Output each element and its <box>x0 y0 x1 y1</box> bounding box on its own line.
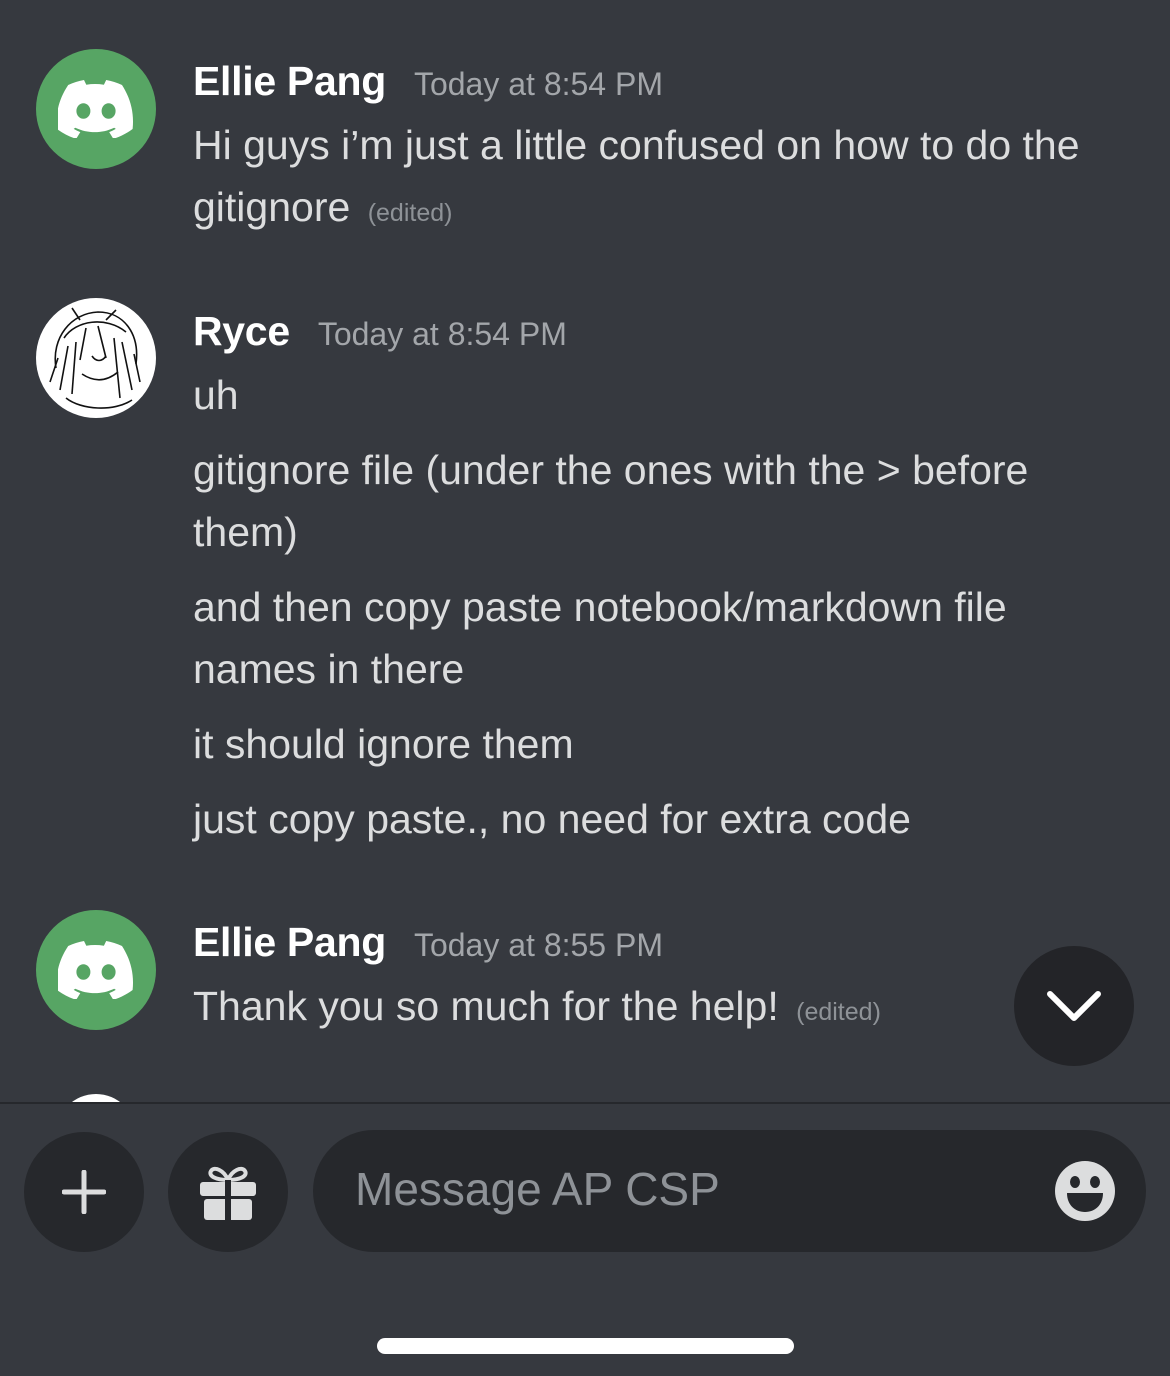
message-group: Ellie Pang Today at 8:54 PM Hi guys i’m … <box>193 58 1130 244</box>
chevron-down-icon <box>1047 991 1101 1021</box>
plus-icon <box>62 1170 106 1214</box>
username[interactable]: Ellie Pang <box>193 58 386 105</box>
avatar[interactable] <box>36 298 156 418</box>
message-header: Ellie Pang Today at 8:55 PM <box>193 919 1130 967</box>
message-body: Thank you so much for the help! <box>193 983 779 1029</box>
message-text[interactable]: Thank you so much for the help! (edited) <box>193 975 1130 1043</box>
message-input[interactable]: Message AP CSP <box>313 1130 1146 1252</box>
emoji-icon[interactable] <box>1054 1160 1116 1222</box>
discord-logo-icon <box>58 80 133 138</box>
composer-bar: Message AP CSP <box>0 1102 1170 1376</box>
message-text[interactable]: uh <box>193 364 1130 426</box>
avatar[interactable] <box>36 49 156 169</box>
timestamp: Today at 8:54 PM <box>317 316 567 352</box>
message-input-placeholder: Message AP CSP <box>355 1163 720 1215</box>
user-avatar-sketch <box>49 307 141 409</box>
message-text[interactable]: and then copy paste notebook/markdown fi… <box>193 576 1130 700</box>
message-text[interactable]: gitignore file (under the ones with the … <box>193 439 1130 563</box>
timestamp: Today at 8:54 PM <box>413 66 663 102</box>
message-group: Ellie Pang Today at 8:55 PM Thank you so… <box>193 919 1130 1043</box>
avatar[interactable] <box>36 910 156 1030</box>
add-attachment-button[interactable] <box>24 1132 144 1252</box>
screen: Ellie Pang Today at 8:54 PM Hi guys i’m … <box>0 0 1170 1376</box>
message-group: Ryce Today at 8:54 PM uh gitignore file … <box>193 308 1130 850</box>
message-header: Ryce Today at 8:54 PM <box>193 308 1130 356</box>
edited-label: (edited) <box>367 199 453 227</box>
message-body: Hi guys i’m just a little confused on ho… <box>193 122 1080 230</box>
timestamp: Today at 8:55 PM <box>413 927 663 963</box>
home-indicator[interactable] <box>377 1338 794 1354</box>
message-header: Ellie Pang Today at 8:54 PM <box>193 58 1130 106</box>
edited-label: (edited) <box>796 998 881 1026</box>
avatar-partial[interactable] <box>56 1094 136 1102</box>
jump-to-latest-button[interactable] <box>1014 946 1134 1066</box>
message-list[interactable]: Ellie Pang Today at 8:54 PM Hi guys i’m … <box>0 0 1170 1102</box>
message-text[interactable]: just copy paste., no need for extra code <box>193 788 1130 850</box>
message-text[interactable]: Hi guys i’m just a little confused on ho… <box>193 114 1130 244</box>
discord-logo-icon <box>58 941 133 999</box>
username[interactable]: Ryce <box>193 308 290 355</box>
gift-button[interactable] <box>168 1132 288 1252</box>
message-text[interactable]: it should ignore them <box>193 713 1130 775</box>
username[interactable]: Ellie Pang <box>193 919 386 966</box>
gift-icon <box>200 1166 256 1222</box>
